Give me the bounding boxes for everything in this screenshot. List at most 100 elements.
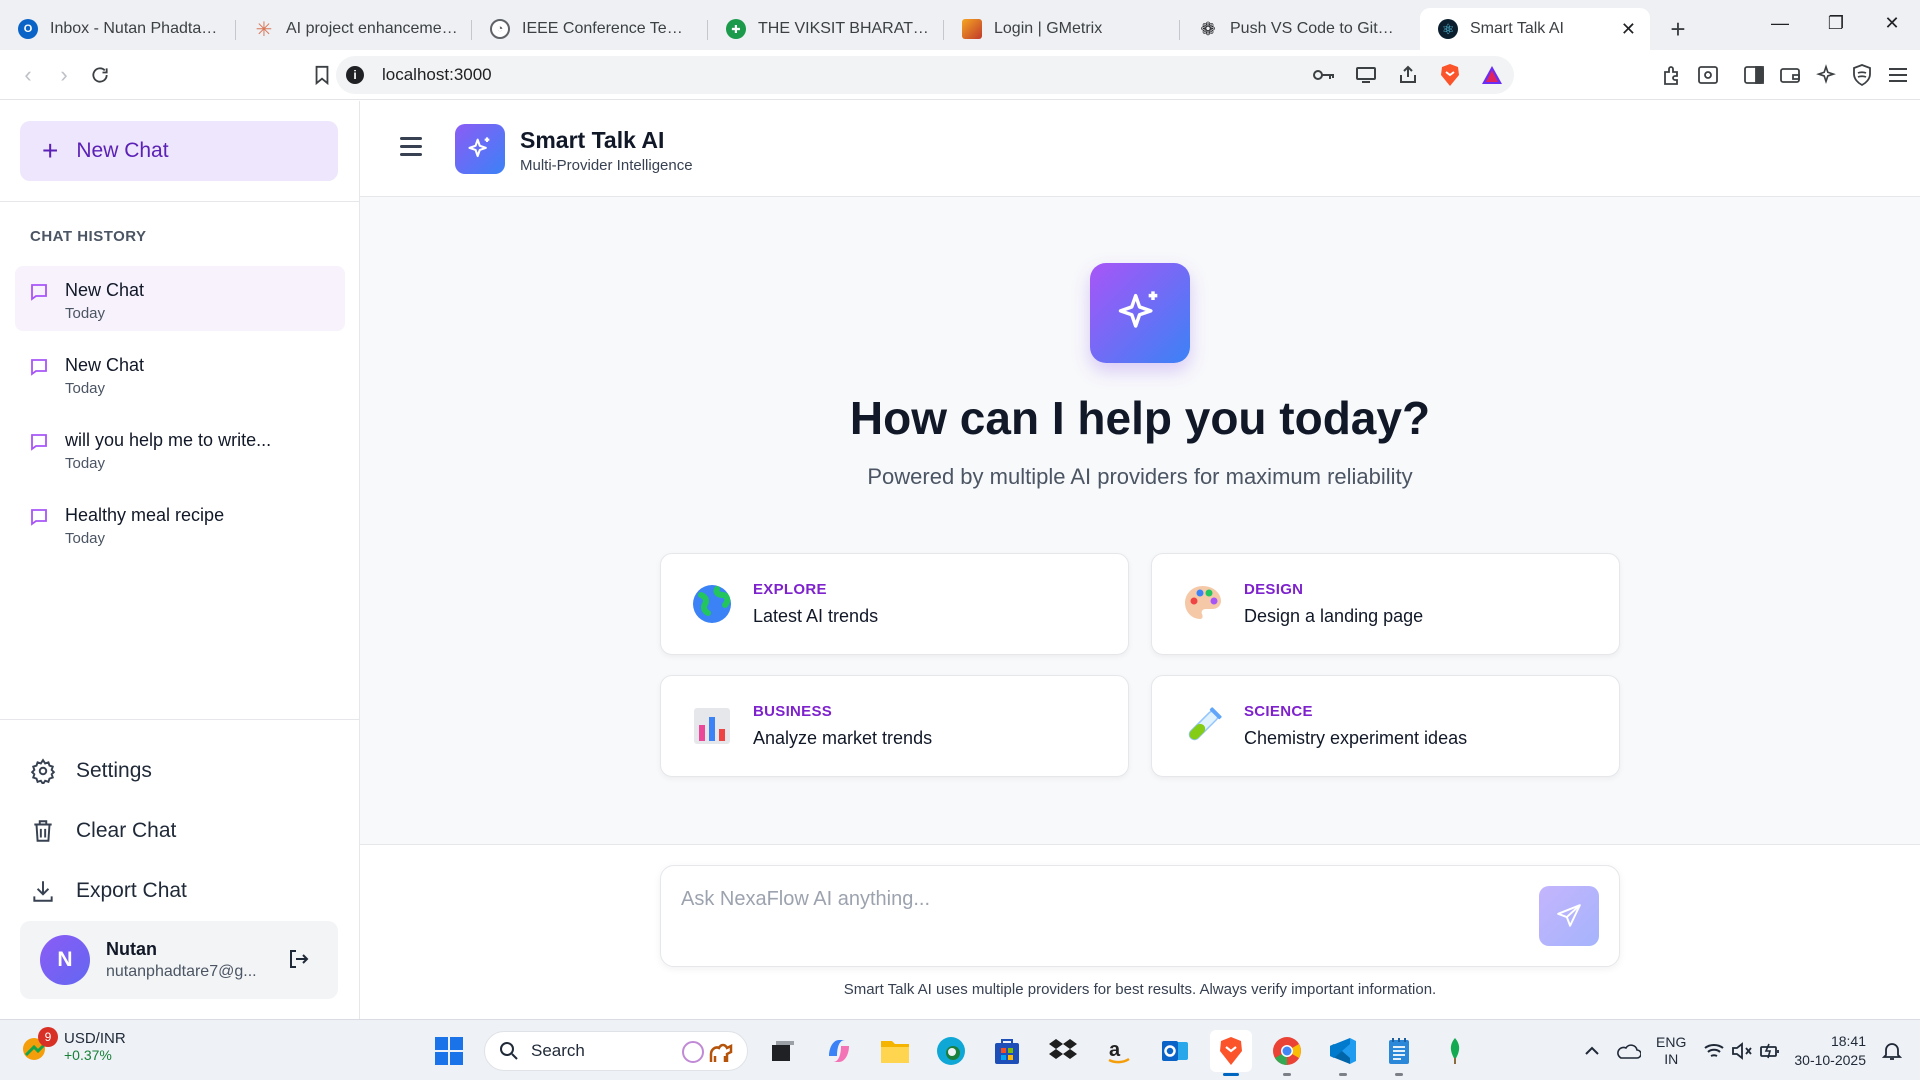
notepad-button[interactable]: [1378, 1030, 1420, 1076]
outlook-button[interactable]: [1154, 1030, 1196, 1072]
new-chat-label: New Chat: [76, 139, 169, 162]
new-chat-button[interactable]: + New Chat: [20, 121, 338, 181]
suggestion-text: Design a landing page: [1244, 606, 1424, 626]
hero-title: How can I help you today?: [849, 392, 1431, 444]
tab-label: Inbox - Nutan Phadtare - Outlook: [50, 20, 222, 37]
share-icon[interactable]: [1394, 61, 1422, 89]
sidebar-toggle-icon[interactable]: [1740, 61, 1768, 89]
export-chat-button[interactable]: Export Chat: [30, 861, 330, 921]
tab-label: Smart Talk AI: [1470, 20, 1564, 37]
chat-title: New Chat: [65, 355, 145, 375]
browser-tab[interactable]: O Inbox - Nutan Phadtare - Outlook: [0, 8, 236, 50]
suggestion-text: Chemistry experiment ideas: [1244, 728, 1468, 748]
svg-text:a: a: [1109, 1039, 1121, 1061]
chrome-icon: [1273, 1037, 1301, 1065]
dropbox-button[interactable]: [1042, 1030, 1084, 1072]
close-window-button[interactable]: ✕: [1864, 0, 1920, 46]
hero-sparkles-badge: [1090, 263, 1190, 363]
amazon-button[interactable]: a: [1098, 1030, 1140, 1072]
brave-rewards-icon[interactable]: [1478, 61, 1506, 89]
settings-button[interactable]: Settings: [30, 741, 330, 801]
edge-button[interactable]: [930, 1030, 972, 1072]
store-button[interactable]: [986, 1030, 1028, 1072]
browser-tab[interactable]: ✳ AI project enhancement request: [236, 8, 472, 50]
suggestion-card[interactable]: BUSINESS Analyze market trends: [660, 675, 1129, 777]
clock[interactable]: 18:41 30-10-2025: [1794, 1032, 1866, 1070]
menu-icon[interactable]: [1884, 61, 1912, 89]
bookmark-button[interactable]: [304, 57, 340, 93]
browser-tab[interactable]: ✚ THE VIKSIT BHARAT QUIZ: [708, 8, 944, 50]
minimize-button[interactable]: —: [1752, 0, 1808, 46]
browser-tab[interactable]: ❁ Push VS Code to GitHub: [1180, 8, 1416, 50]
brave-button[interactable]: [1210, 1030, 1252, 1076]
mongodb-compass-button[interactable]: [1434, 1030, 1476, 1072]
suggestion-card[interactable]: SCIENCE Chemistry experiment ideas: [1151, 675, 1620, 777]
trash-icon: [34, 820, 52, 842]
gmetrix-icon: [962, 19, 982, 39]
reader-mode-icon[interactable]: [1694, 61, 1722, 89]
task-view-icon: [772, 1041, 794, 1061]
chevron-up-icon[interactable]: [1578, 1037, 1606, 1065]
clear-chat-button[interactable]: Clear Chat: [30, 801, 330, 861]
logout-icon[interactable]: [286, 947, 310, 971]
gear-icon: [30, 758, 56, 784]
reload-button[interactable]: [82, 57, 118, 93]
suggestion-card[interactable]: DESIGN Design a landing page: [1151, 553, 1620, 655]
main-content: Smart Talk AI Multi-Provider Intelligenc…: [360, 101, 1920, 1019]
start-button[interactable]: [428, 1030, 470, 1072]
taskbar-apps: Search a: [428, 1028, 1476, 1076]
task-view-button[interactable]: [762, 1030, 804, 1072]
send-button[interactable]: [1539, 886, 1599, 946]
chat-history-item[interactable]: New Chat Today: [15, 341, 345, 406]
lang-top: ENG: [1656, 1033, 1687, 1050]
volume-muted-icon[interactable]: [1728, 1037, 1756, 1065]
windows-logo-icon: [435, 1037, 463, 1065]
wifi-icon[interactable]: [1700, 1037, 1728, 1065]
url-text[interactable]: localhost:3000: [382, 65, 492, 85]
address-bar[interactable]: i localhost:3000: [336, 56, 1514, 94]
site-info-icon[interactable]: i: [346, 66, 364, 84]
restore-button[interactable]: ❐: [1808, 0, 1864, 46]
copilot-button[interactable]: [818, 1030, 860, 1072]
forward-button[interactable]: ›: [46, 57, 82, 93]
close-tab-icon[interactable]: ✕: [1621, 19, 1636, 40]
browser-tab-active[interactable]: ⚛ Smart Talk AI ✕: [1420, 8, 1650, 50]
chat-history-item[interactable]: New Chat Today: [15, 266, 345, 331]
language-indicator[interactable]: ENG IN: [1656, 1034, 1686, 1068]
chrome-button[interactable]: [1266, 1030, 1308, 1076]
back-button[interactable]: ‹: [10, 57, 46, 93]
chat-history-item[interactable]: will you help me to write... Today: [15, 416, 345, 481]
brave-shields-icon[interactable]: [1436, 61, 1464, 89]
user-name: Nutan: [106, 939, 157, 959]
browser-toolbar: ‹ › i localhost:3000: [0, 50, 1920, 100]
file-explorer-button[interactable]: [874, 1030, 916, 1072]
chat-history-item[interactable]: Healthy meal recipe Today: [15, 491, 345, 556]
user-profile[interactable]: N Nutan nutanphadtare7@g...: [20, 921, 338, 999]
vpn-icon[interactable]: [1848, 61, 1876, 89]
ticker-name: USD/INR: [64, 1030, 126, 1047]
battery-icon[interactable]: [1756, 1037, 1784, 1065]
dropbox-icon: [1049, 1039, 1077, 1059]
store-icon: [995, 1039, 1019, 1064]
vscode-button[interactable]: [1322, 1030, 1364, 1076]
chat-title: will you help me to write...: [65, 430, 272, 450]
hamburger-menu-icon[interactable]: [400, 137, 422, 157]
cast-icon[interactable]: [1352, 61, 1380, 89]
suggestion-card[interactable]: EXPLORE Latest AI trends: [660, 553, 1129, 655]
sidebar: + New Chat CHAT HISTORY New Chat Today N…: [0, 101, 360, 1019]
extensions-icon[interactable]: [1658, 61, 1686, 89]
copilot-icon: [829, 1040, 849, 1062]
new-tab-button[interactable]: +: [1660, 11, 1696, 47]
browser-tab[interactable]: Login | GMetrix: [944, 8, 1180, 50]
composer-box: [660, 865, 1620, 967]
onedrive-icon[interactable]: [1614, 1037, 1642, 1065]
message-input[interactable]: [681, 884, 1481, 914]
wallet-icon[interactable]: [1776, 61, 1804, 89]
browser-tab[interactable]: ◔ IEEE Conference Template: [472, 8, 708, 50]
key-icon[interactable]: [1310, 61, 1338, 89]
chat-date: Today: [65, 455, 106, 472]
taskbar-search[interactable]: Search: [484, 1031, 748, 1071]
leo-ai-icon[interactable]: [1812, 61, 1840, 89]
stock-widget[interactable]: 9 USD/INR +0.37%: [20, 1026, 126, 1063]
notification-bell-icon[interactable]: [1878, 1037, 1906, 1065]
